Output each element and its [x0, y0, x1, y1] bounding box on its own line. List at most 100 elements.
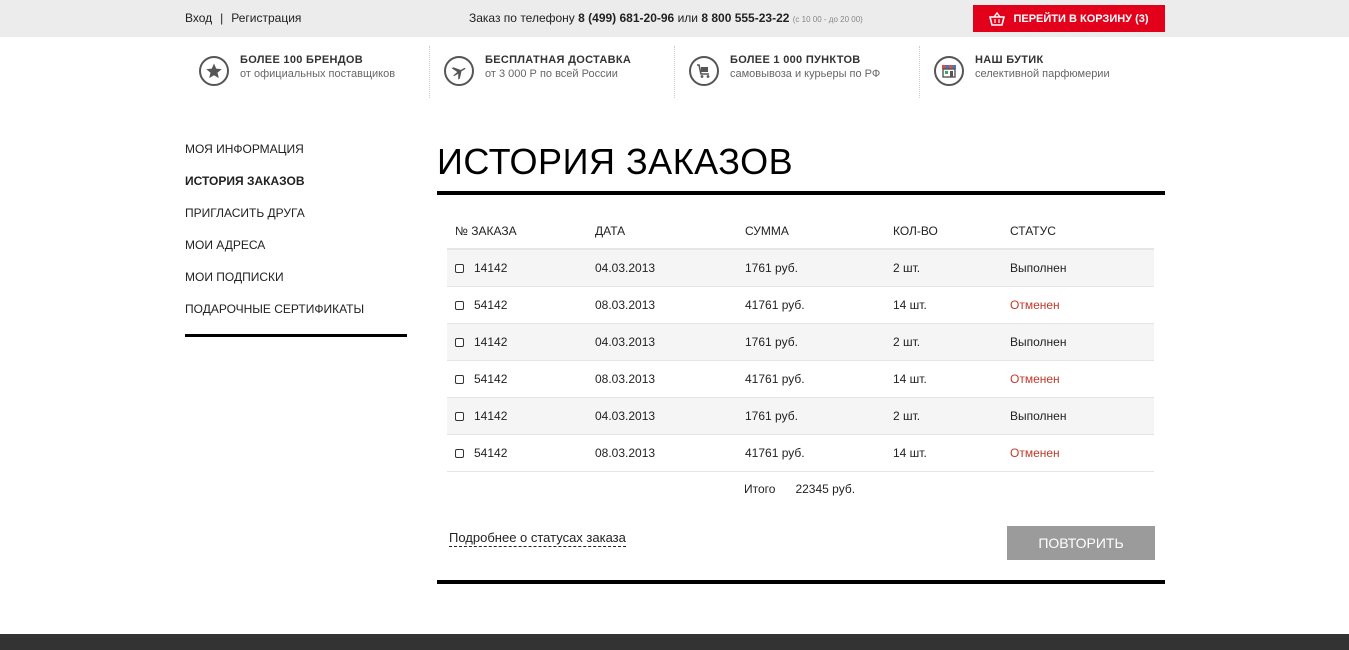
order-status: Выполнен [1010, 409, 1067, 423]
table-row: 14142 04.03.2013 1761 руб. 2 шт. Выполнен [447, 324, 1154, 361]
orders-table: № ЗАКАЗА ДАТА СУММА КОЛ-ВО СТАТУС 14142 0… [447, 213, 1154, 472]
order-number-cell: 54142 [447, 372, 595, 386]
order-date: 08.03.2013 [595, 372, 656, 386]
total-value: 22345 руб. [795, 482, 856, 496]
order-number: 54142 [474, 372, 508, 386]
feature-brands: БОЛЕЕ 100 БРЕНДОВ от официальных поставщ… [185, 46, 430, 98]
order-number-cell: 14142 [447, 409, 595, 423]
order-qty: 2 шт. [893, 409, 921, 423]
auth-links: Вход | Регистрация [185, 11, 301, 25]
login-link[interactable]: Вход [185, 11, 212, 25]
sidebar-divider [185, 334, 407, 337]
order-date: 08.03.2013 [595, 298, 656, 312]
features-strip: БОЛЕЕ 100 БРЕНДОВ от официальных поставщ… [185, 46, 1165, 98]
order-sum: 41761 руб. [745, 446, 805, 460]
cart-icon [689, 56, 719, 86]
auth-separator: | [220, 11, 224, 25]
order-qty: 2 шт. [893, 335, 921, 349]
order-status: Выполнен [1010, 261, 1067, 275]
order-date: 04.03.2013 [595, 335, 656, 349]
column-header-status: СТАТУС [1010, 223, 1056, 238]
column-header-date: ДАТА [595, 223, 626, 238]
order-sum: 1761 руб. [745, 335, 798, 349]
sidebar-item-my-info[interactable]: МОЯ ИНФОРМАЦИЯ [185, 142, 407, 174]
basket-icon [989, 11, 1006, 26]
sidebar-item-invite-friend[interactable]: ПРИГЛАСИТЬ ДРУГА [185, 206, 407, 238]
table-row: 54142 08.03.2013 41761 руб. 14 шт. Отменен [447, 435, 1154, 472]
page-title: ИСТОРИЯ ЗАКАЗОВ [437, 141, 794, 182]
feature-delivery: БЕСПЛАТНАЯ ДОСТАВКА от 3 000 Р по всей Р… [430, 46, 675, 98]
order-qty: 2 шт. [893, 261, 921, 275]
table-row: 14142 04.03.2013 1761 руб. 2 шт. Выполнен [447, 250, 1154, 287]
sidebar-item-gift-certificates[interactable]: ПОДАРОЧНЫЕ СЕРТИФИКАТЫ [185, 302, 407, 334]
order-status: Отменен [1010, 446, 1060, 460]
row-checkbox[interactable] [455, 448, 464, 458]
order-number-cell: 54142 [447, 446, 595, 460]
feature-subtitle: от 3 000 Р по всей России [485, 68, 618, 80]
table-header: № ЗАКАЗА ДАТА СУММА КОЛ-ВО СТАТУС [447, 213, 1154, 250]
row-checkbox[interactable] [455, 337, 464, 347]
feature-title: БЕСПЛАТНАЯ ДОСТАВКА [485, 54, 632, 66]
feature-title: НАШ БУТИК [975, 54, 1044, 66]
order-sum: 41761 руб. [745, 298, 805, 312]
order-number: 54142 [474, 298, 508, 312]
cart-button-label: ПЕРЕЙТИ В КОРЗИНУ (3) [1013, 12, 1149, 25]
bottom-divider [437, 580, 1165, 584]
order-number-cell: 54142 [447, 298, 595, 312]
phone-hours: (с 10 00 - до 20 00) [792, 15, 863, 24]
column-header-qty: КОЛ-ВО [893, 223, 938, 238]
total-label: Итого [744, 482, 776, 496]
order-number: 14142 [474, 409, 508, 423]
order-qty: 14 шт. [893, 446, 927, 460]
order-number: 14142 [474, 335, 508, 349]
feature-title: БОЛЕЕ 100 БРЕНДОВ [240, 54, 364, 66]
feature-subtitle: от официальных поставщиков [240, 68, 396, 80]
title-divider [437, 191, 1165, 195]
phone-or: или [677, 11, 698, 25]
row-checkbox[interactable] [455, 263, 464, 273]
table-row: 14142 04.03.2013 1761 руб. 2 шт. Выполнен [447, 398, 1154, 435]
order-sum: 1761 руб. [745, 261, 798, 275]
row-checkbox[interactable] [455, 374, 464, 384]
go-to-cart-button[interactable]: ПЕРЕЙТИ В КОРЗИНУ (3) [973, 5, 1165, 32]
row-checkbox[interactable] [455, 300, 464, 310]
column-header-sum: СУММА [745, 223, 789, 238]
order-status: Отменен [1010, 298, 1060, 312]
phone-number-2: 8 800 555-23-22 [701, 11, 790, 25]
table-row: 54142 08.03.2013 41761 руб. 14 шт. Отменен [447, 287, 1154, 324]
order-date: 04.03.2013 [595, 261, 656, 275]
shop-icon [934, 56, 964, 86]
feature-subtitle: селективной парфюмерии [975, 68, 1110, 80]
order-qty: 14 шт. [893, 298, 927, 312]
column-header-number: № ЗАКАЗА [455, 223, 517, 238]
sidebar-item-subscriptions[interactable]: МОИ ПОДПИСКИ [185, 270, 407, 302]
phone-prefix: Заказ по телефону [469, 11, 575, 25]
order-date: 08.03.2013 [595, 446, 656, 460]
feature-pickup: БОЛЕЕ 1 000 ПУНКТОВ самовывоза и курьеры… [675, 46, 920, 98]
phone-number-1: 8 (499) 681-20-96 [578, 11, 675, 25]
feature-title: БОЛЕЕ 1 000 ПУНКТОВ [730, 54, 861, 66]
sidebar-item-order-history[interactable]: ИСТОРИЯ ЗАКАЗОВ [185, 174, 407, 206]
register-link[interactable]: Регистрация [231, 11, 301, 25]
order-sum: 41761 руб. [745, 372, 805, 386]
star-icon [199, 56, 229, 86]
feature-boutique: НАШ БУТИК селективной парфюмерии [920, 46, 1165, 98]
table-row: 54142 08.03.2013 41761 руб. 14 шт. Отменен [447, 361, 1154, 398]
row-checkbox[interactable] [455, 411, 464, 421]
phone-info: Заказ по телефону 8 (499) 681-20-96 или … [469, 11, 863, 25]
feature-subtitle: самовывоза и курьеры по РФ [730, 68, 881, 80]
order-status: Отменен [1010, 372, 1060, 386]
order-total: Итого 22345 руб. [744, 482, 855, 496]
airplane-icon [444, 56, 474, 86]
order-number: 14142 [474, 261, 508, 275]
sidebar-item-addresses[interactable]: МОИ АДРЕСА [185, 238, 407, 270]
order-number-cell: 14142 [447, 335, 595, 349]
order-number-cell: 14142 [447, 261, 595, 275]
order-sum: 1761 руб. [745, 409, 798, 423]
order-number: 54142 [474, 446, 508, 460]
order-qty: 14 шт. [893, 372, 927, 386]
account-sidebar: МОЯ ИНФОРМАЦИЯ ИСТОРИЯ ЗАКАЗОВ ПРИГЛАСИТ… [185, 142, 407, 337]
order-status: Выполнен [1010, 335, 1067, 349]
repeat-button[interactable]: ПОВТОРИТЬ [1007, 526, 1155, 560]
order-status-info-link[interactable]: Подробнее о статусах заказа [449, 530, 626, 547]
